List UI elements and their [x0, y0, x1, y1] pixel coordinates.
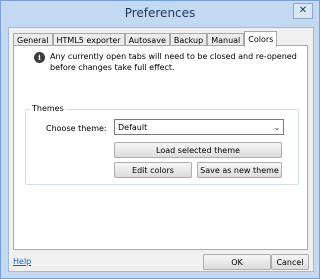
colors-tab-panel: i Any currently open tabs will need to b… [13, 45, 308, 250]
theme-select-value: Default [118, 122, 148, 132]
choose-theme-label: Choose theme: [46, 124, 107, 133]
notice-text: Any currently open tabs will need to be … [50, 52, 297, 72]
close-button[interactable]: ✕ [293, 3, 313, 19]
themes-group-label: Themes [30, 104, 66, 113]
tab-colors[interactable]: Colors [244, 31, 278, 47]
title-bar[interactable]: Preferences ✕ [1, 1, 319, 27]
notice-row: i Any currently open tabs will need to b… [34, 51, 300, 73]
info-icon: i [34, 52, 45, 63]
chevron-down-icon: ⌄ [273, 122, 281, 132]
ok-button[interactable]: OK [203, 254, 271, 270]
help-link[interactable]: Help [13, 257, 31, 266]
close-icon: ✕ [298, 5, 308, 16]
edit-colors-button[interactable]: Edit colors [114, 162, 192, 178]
window-title: Preferences [124, 6, 196, 20]
dialog-client-area: General HTML5 exporter Autosave Backup M… [8, 27, 314, 272]
themes-groupbox: Themes Choose theme: Default ⌄ Load sele… [25, 104, 299, 185]
load-selected-theme-button[interactable]: Load selected theme [114, 142, 282, 158]
theme-select[interactable]: Default ⌄ [114, 119, 284, 135]
cancel-button[interactable]: Cancel [271, 254, 309, 270]
save-as-new-theme-button[interactable]: Save as new theme [197, 162, 282, 178]
tab-strip: General HTML5 exporter Autosave Backup M… [13, 31, 278, 47]
preferences-window: Preferences ✕ General HTML5 exporter Aut… [0, 0, 320, 279]
